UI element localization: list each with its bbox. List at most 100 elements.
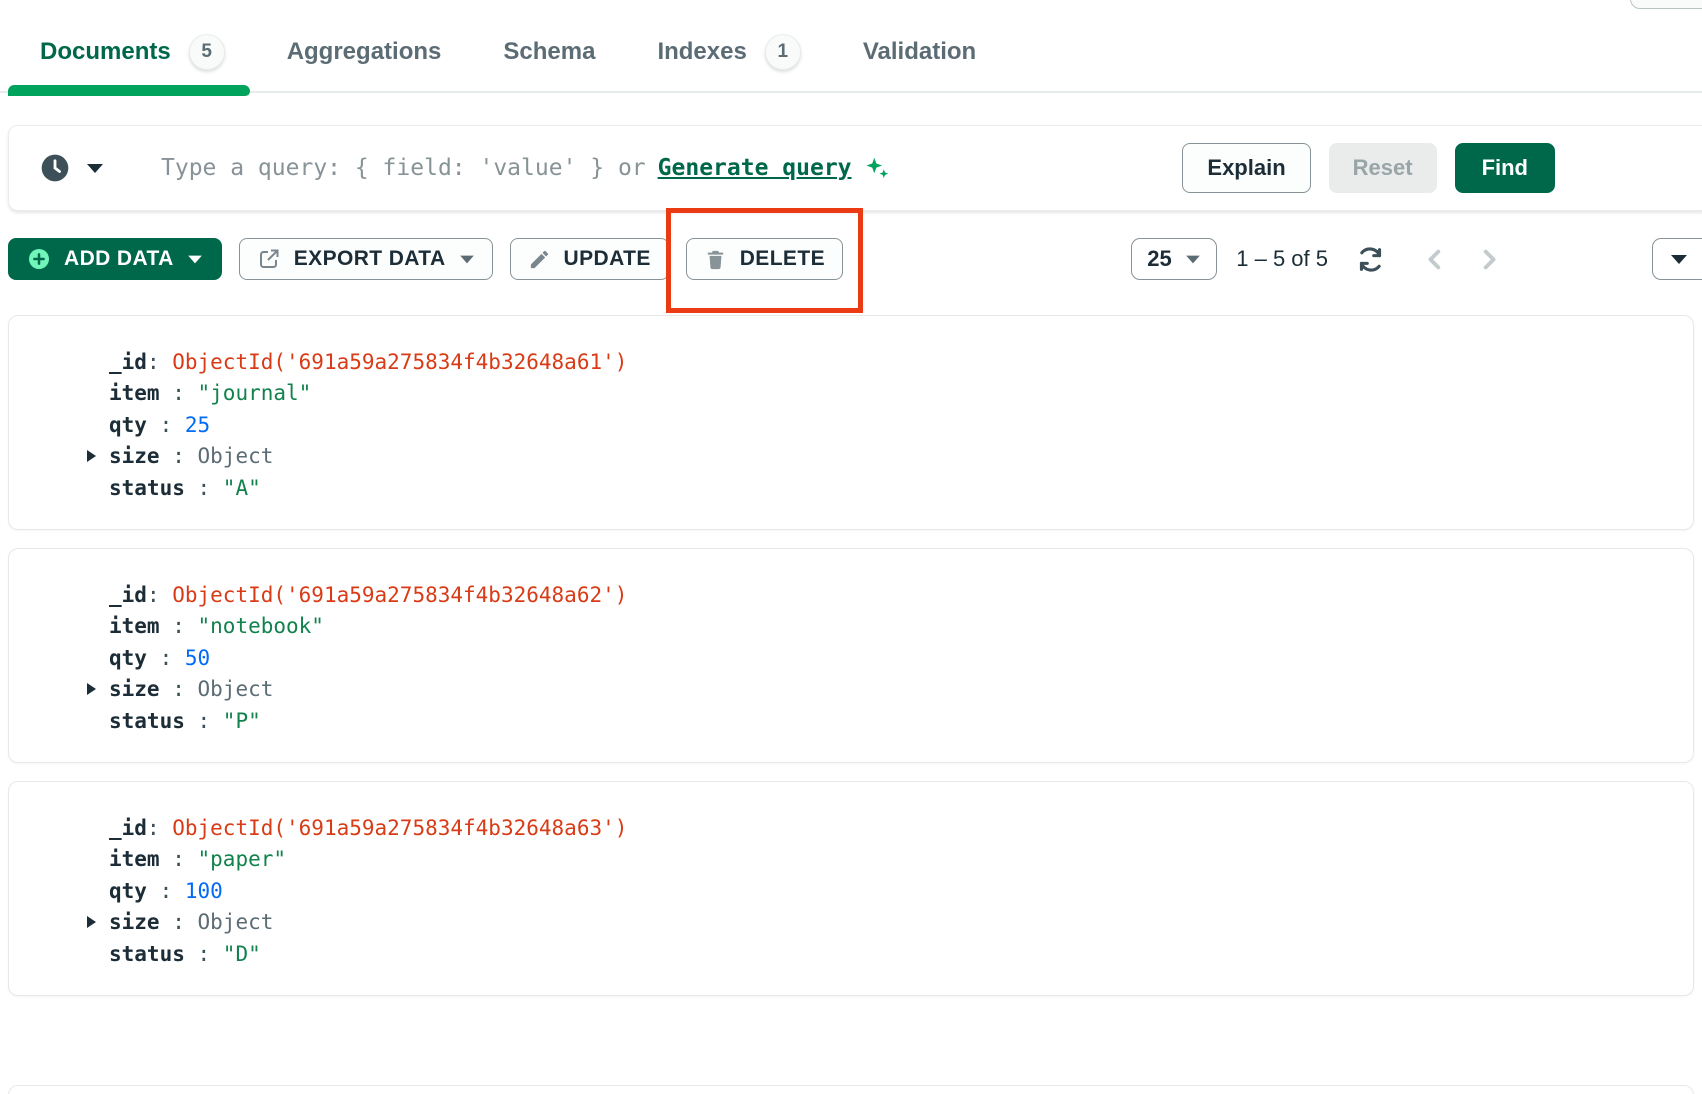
export-icon <box>257 247 281 271</box>
active-tab-underline <box>8 85 250 96</box>
delete-button[interactable]: DELETE <box>686 238 843 280</box>
refresh-button[interactable] <box>1355 244 1386 275</box>
document-field-row: item : "notebook" <box>109 611 1693 643</box>
field-value[interactable]: ObjectId('691a59a275834f4b32648a61') <box>172 350 627 374</box>
document-field-row: item : "paper" <box>109 844 1693 876</box>
tab-count-badge: 1 <box>765 34 801 70</box>
expand-caret-icon[interactable] <box>87 916 96 928</box>
field-key: _id <box>109 816 147 840</box>
tab-aggregations[interactable]: Aggregations <box>287 38 442 66</box>
field-key: qty <box>109 413 147 437</box>
document-field-row: qty : 25 <box>109 409 1693 441</box>
tab-label: Schema <box>503 38 595 66</box>
tab-count-badge: 5 <box>189 34 225 70</box>
plus-circle-icon <box>27 247 51 271</box>
field-key: _id <box>109 583 147 607</box>
query-placeholder: Type a query: { field: 'value' } or <box>161 155 646 181</box>
tab-validation[interactable]: Validation <box>863 38 976 66</box>
field-key: size <box>109 677 160 701</box>
chevron-down-icon <box>1671 255 1687 264</box>
query-input[interactable]: Type a query: { field: 'value' } or Gene… <box>161 155 890 181</box>
document-card: _id : ObjectId('691a59a275834f4b32648a63… <box>8 781 1694 996</box>
clock-icon <box>39 152 71 184</box>
field-separator: : <box>160 381 198 405</box>
field-separator: : <box>160 614 198 638</box>
query-bar: Type a query: { field: 'value' } or Gene… <box>8 125 1702 211</box>
pagination-controls: 25 1 – 5 of 5 <box>1131 238 1694 280</box>
delete-button-wrapper: DELETE <box>686 238 843 280</box>
expand-caret-icon[interactable] <box>87 683 96 695</box>
field-key: _id <box>109 350 147 374</box>
document-field-row: qty : 50 <box>109 642 1693 674</box>
documents-toolbar: ADD DATA EXPORT DATA UPDATE DELETE <box>8 238 1694 280</box>
field-key: size <box>109 910 160 934</box>
field-value[interactable]: "notebook" <box>198 614 324 638</box>
query-history-button[interactable] <box>39 152 103 184</box>
document-field-row: status : "D" <box>109 938 1693 970</box>
field-key: item <box>109 381 160 405</box>
pencil-icon <box>528 248 551 271</box>
generate-query-link[interactable]: Generate query <box>658 155 852 181</box>
tab-list: Documents 5 Aggregations Schema Indexes … <box>0 0 1702 70</box>
add-data-button[interactable]: ADD DATA <box>8 238 222 280</box>
field-value[interactable]: 100 <box>185 879 223 903</box>
field-separator: : <box>185 709 223 733</box>
page-size-value: 25 <box>1147 246 1171 272</box>
reset-button[interactable]: Reset <box>1329 143 1437 193</box>
field-value[interactable]: "journal" <box>198 381 312 405</box>
document-field-row: status : "A" <box>109 472 1693 504</box>
sparkle-icon <box>864 155 890 181</box>
document-field-row: size : Object <box>109 674 1693 706</box>
tab-schema[interactable]: Schema <box>503 38 595 66</box>
field-separator: : <box>147 583 172 607</box>
document-field-row: size : Object <box>109 907 1693 939</box>
document-card: _id : ObjectId('691a59a275834f4b32648a61… <box>8 315 1694 530</box>
document-field-row: size : Object <box>109 441 1693 473</box>
page-size-select[interactable]: 25 <box>1131 238 1217 280</box>
field-key: item <box>109 847 160 871</box>
tab-indexes[interactable]: Indexes 1 <box>657 34 800 70</box>
field-value[interactable]: ObjectId('691a59a275834f4b32648a63') <box>172 816 627 840</box>
field-value[interactable]: Object <box>198 910 274 934</box>
tab-label: Documents <box>40 38 171 66</box>
next-page-button[interactable] <box>1475 246 1502 273</box>
crud-actions: ADD DATA EXPORT DATA UPDATE DELETE <box>8 238 843 280</box>
document-fields: _id : ObjectId('691a59a275834f4b32648a61… <box>9 316 1693 504</box>
trash-icon <box>704 248 727 271</box>
field-value[interactable]: Object <box>198 444 274 468</box>
collection-tab-bar: Documents 5 Aggregations Schema Indexes … <box>0 0 1702 98</box>
chevron-down-icon <box>188 255 202 263</box>
export-data-label: EXPORT DATA <box>294 247 446 271</box>
field-value[interactable]: 25 <box>185 413 210 437</box>
query-actions: Explain Reset Find <box>1182 143 1555 193</box>
field-value[interactable]: "P" <box>223 709 261 733</box>
field-separator: : <box>147 350 172 374</box>
refresh-icon <box>1355 244 1386 275</box>
update-button[interactable]: UPDATE <box>510 238 669 280</box>
field-value[interactable]: "A" <box>223 476 261 500</box>
field-separator: : <box>147 413 185 437</box>
field-separator: : <box>160 910 198 934</box>
document-field-row: _id : ObjectId('691a59a275834f4b32648a63… <box>109 812 1693 844</box>
field-value[interactable]: Object <box>198 677 274 701</box>
result-range-text: 1 – 5 of 5 <box>1236 246 1328 272</box>
find-button[interactable]: Find <box>1455 143 1555 193</box>
field-value[interactable]: "D" <box>223 942 261 966</box>
field-value[interactable]: "paper" <box>198 847 287 871</box>
expand-caret-icon[interactable] <box>87 450 96 462</box>
field-value[interactable]: ObjectId('691a59a275834f4b32648a62') <box>172 583 627 607</box>
tab-label: Validation <box>863 38 976 66</box>
document-fields: _id : ObjectId('691a59a275834f4b32648a63… <box>9 782 1693 970</box>
field-value[interactable]: 50 <box>185 646 210 670</box>
export-data-button[interactable]: EXPORT DATA <box>239 238 493 280</box>
document-field-row: qty : 100 <box>109 875 1693 907</box>
chevron-right-icon <box>1475 246 1502 273</box>
explain-button[interactable]: Explain <box>1182 143 1310 193</box>
document-field-row: _id : ObjectId('691a59a275834f4b32648a62… <box>109 579 1693 611</box>
field-key: item <box>109 614 160 638</box>
previous-page-button[interactable] <box>1422 246 1449 273</box>
field-key: qty <box>109 879 147 903</box>
tab-documents[interactable]: Documents 5 <box>40 34 225 70</box>
view-switcher-partial[interactable] <box>1652 238 1702 280</box>
field-separator: : <box>185 942 223 966</box>
